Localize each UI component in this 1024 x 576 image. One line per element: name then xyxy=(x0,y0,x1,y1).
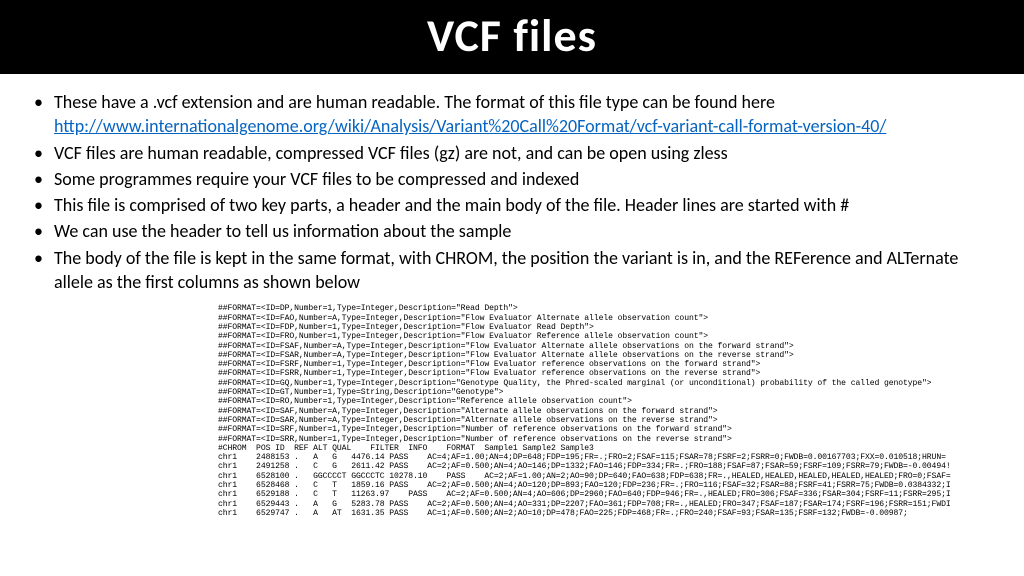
slide-content: These have a .vcf extension and are huma… xyxy=(0,74,1024,518)
title-bar: VCF files xyxy=(0,0,1024,74)
bullet-item: These have a .vcf extension and are huma… xyxy=(28,90,996,139)
bullet-text: Some programmes require your VCF files t… xyxy=(54,168,579,190)
bullet-text: These have a .vcf extension and are huma… xyxy=(54,91,775,113)
bullet-list: These have a .vcf extension and are huma… xyxy=(28,90,996,294)
bullet-text: This file is comprised of two key parts,… xyxy=(54,194,849,216)
format-link[interactable]: http://www.internationalgenome.org/wiki/… xyxy=(54,115,886,137)
bullet-item: The body of the file is kept in the same… xyxy=(28,246,996,295)
bullet-item: Some programmes require your VCF files t… xyxy=(28,167,996,191)
bullet-item: We can use the header to tell us informa… xyxy=(28,219,996,243)
bullet-item: This file is comprised of two key parts,… xyxy=(28,193,996,217)
slide-title: VCF files xyxy=(0,8,1024,64)
bullet-text: We can use the header to tell us informa… xyxy=(54,220,511,242)
vcf-example-block: ##FORMAT=<ID=DP,Number=1,Type=Integer,De… xyxy=(218,304,996,518)
bullet-item: VCF files are human readable, compressed… xyxy=(28,141,996,165)
bullet-text: The body of the file is kept in the same… xyxy=(54,247,958,293)
bullet-text: VCF files are human readable, compressed… xyxy=(54,142,728,164)
